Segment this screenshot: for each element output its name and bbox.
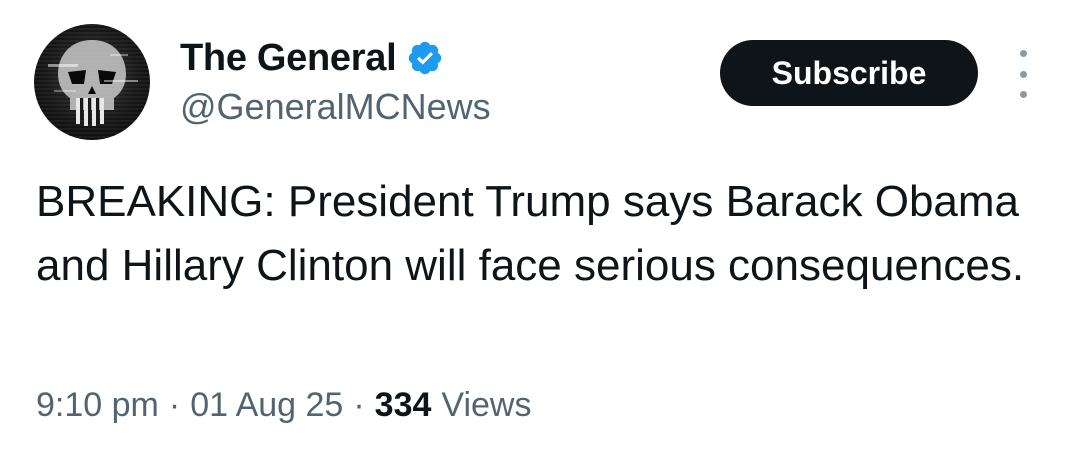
- meta-separator: ·: [353, 386, 365, 424]
- verified-badge-icon[interactable]: [406, 39, 444, 77]
- views-label: Views: [441, 386, 532, 424]
- author-name-row: The General: [180, 34, 444, 82]
- author-handle[interactable]: @GeneralMCNews: [180, 86, 491, 128]
- tweet-timestamp[interactable]: 9:10 pm: [36, 386, 159, 425]
- more-dot: [1019, 70, 1027, 78]
- subscribe-button[interactable]: Subscribe: [720, 40, 978, 106]
- views-count[interactable]: 334: [375, 386, 432, 425]
- tweet-date[interactable]: 01 Aug 25: [190, 386, 343, 425]
- meta-separator: ·: [168, 386, 181, 424]
- skull-avatar-icon: [34, 24, 150, 140]
- avatar[interactable]: [34, 24, 150, 140]
- more-dot: [1019, 50, 1027, 57]
- author-display-name[interactable]: The General: [180, 37, 397, 80]
- tweet-meta: 9:10 pm · 01 Aug 25 · 334 Views: [36, 386, 532, 425]
- more-dot: [1019, 91, 1027, 98]
- more-vertical-icon[interactable]: [1006, 50, 1040, 98]
- tweet-text: BREAKING: President Trump says Barack Ob…: [36, 177, 1025, 290]
- tweet-card: The General @GeneralMCNews Subscribe BRE…: [0, 0, 1080, 459]
